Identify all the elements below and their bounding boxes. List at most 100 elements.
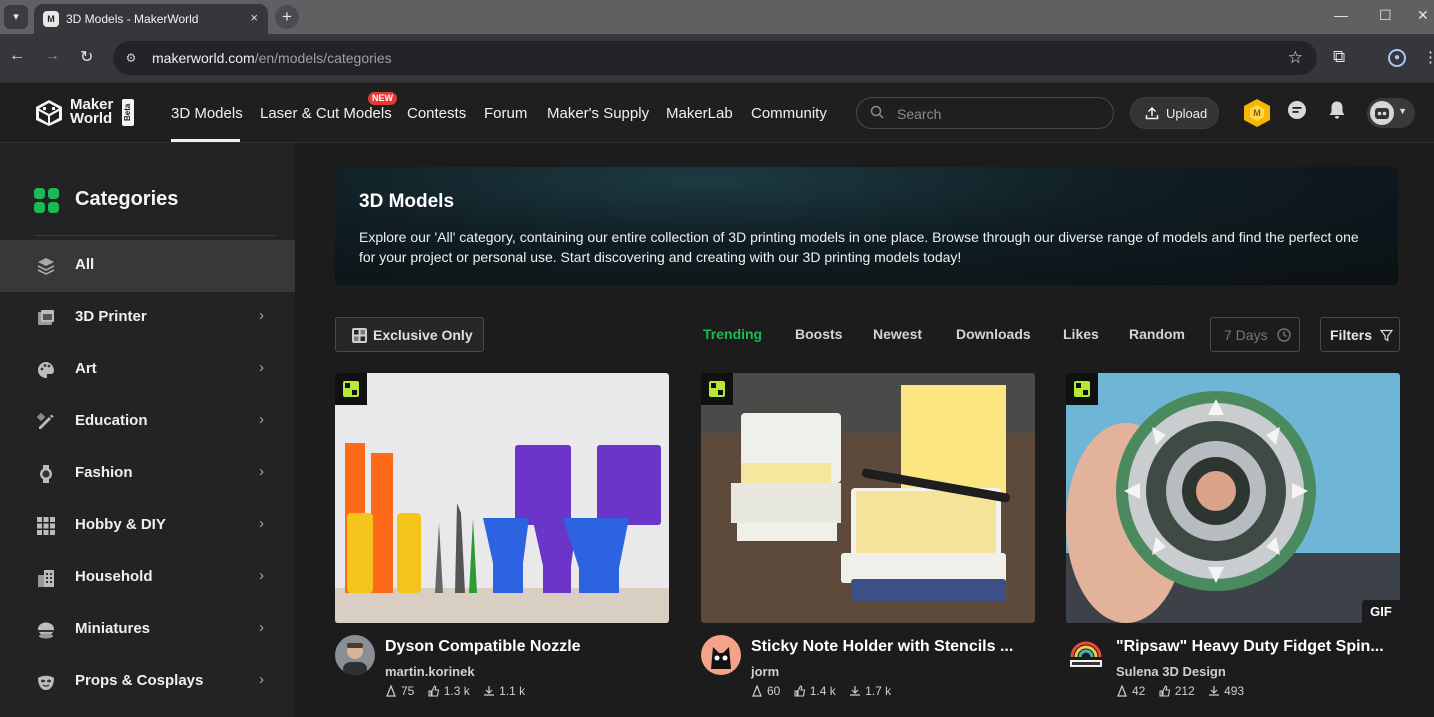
category-item-art[interactable]: Art › <box>0 344 295 396</box>
upload-label: Upload <box>1166 106 1208 121</box>
site-header: Maker World Beta 3D Models Laser & Cut Mo… <box>0 83 1434 143</box>
nav-contests[interactable]: Contests <box>407 105 466 122</box>
maker-points-icon[interactable]: M <box>1243 98 1271 128</box>
reload-icon[interactable]: ↻ <box>80 47 93 67</box>
author-avatar[interactable] <box>335 635 375 675</box>
tab-close-icon[interactable]: × <box>250 10 258 25</box>
profile-icon[interactable]: ● <box>1388 49 1406 67</box>
category-item-all[interactable]: All <box>0 240 295 292</box>
exclusive-badge-icon <box>335 373 367 405</box>
model-card[interactable]: Dyson Compatible Nozzle martin.korinek 7… <box>335 373 669 717</box>
categories-grid-icon <box>34 188 59 213</box>
search-input[interactable] <box>897 104 1097 124</box>
tab-title: 3D Models - MakerWorld <box>66 12 199 26</box>
address-bar[interactable]: ⚙ makerworld.com/en/models/categories ☆ <box>113 41 1317 75</box>
browser-tabstrip: ▾ M 3D Models - MakerWorld × + — ☐ ✕ <box>0 0 1434 34</box>
like-count: 1.3 k <box>428 684 470 698</box>
download-count: 1.1 k <box>483 684 525 698</box>
building-icon <box>38 570 54 587</box>
model-thumbnail[interactable] <box>335 373 669 623</box>
logo-wordmark: Maker World <box>70 96 114 127</box>
category-label: Hobby & DIY <box>75 516 166 533</box>
layers-icon <box>37 258 55 275</box>
banner-description: Explore our 'All' category, containing o… <box>359 229 1359 265</box>
upload-button[interactable]: Upload <box>1130 97 1219 129</box>
author-name[interactable]: Sulena 3D Design <box>1116 664 1226 679</box>
printer-icon <box>38 310 54 325</box>
like-count: 212 <box>1159 684 1195 698</box>
tab-search-button[interactable]: ▾ <box>4 5 28 29</box>
sort-tab-random[interactable]: Random <box>1129 326 1185 342</box>
maximize-button[interactable]: ☐ <box>1379 7 1392 24</box>
model-stats: 60 1.4 k 1.7 k <box>751 684 901 700</box>
messages-icon[interactable] <box>1287 100 1307 120</box>
browser-tab[interactable]: M 3D Models - MakerWorld × <box>34 4 268 34</box>
category-banner: 3D Models Explore our 'All' category, co… <box>335 167 1398 285</box>
nav-community[interactable]: Community <box>751 105 827 122</box>
upload-icon <box>1145 106 1159 120</box>
url-text[interactable]: makerworld.com/en/models/categories <box>152 50 392 66</box>
author-avatar[interactable] <box>701 635 741 675</box>
browser-menu-icon[interactable]: ⋮ <box>1423 48 1434 66</box>
back-arrow-icon[interactable]: ← <box>9 47 25 65</box>
model-card[interactable]: Sticky Note Holder with Stencils ... jor… <box>701 373 1035 717</box>
model-stats: 75 1.3 k 1.1 k <box>385 684 535 700</box>
author-name[interactable]: jorm <box>751 664 779 679</box>
watch-icon <box>40 465 52 483</box>
exclusive-badge-icon <box>1066 373 1098 405</box>
author-avatar[interactable] <box>1066 635 1106 675</box>
sort-tab-newest[interactable]: Newest <box>873 326 922 342</box>
exclusive-only-label: Exclusive Only <box>373 327 473 343</box>
user-avatar <box>1370 101 1394 125</box>
miniature-icon <box>38 622 54 639</box>
boost-icon <box>1117 684 1127 697</box>
model-thumbnail[interactable]: GIF <box>1066 373 1400 623</box>
site-info-icon[interactable]: ⚙ <box>122 49 140 67</box>
nav-3d-models[interactable]: 3D Models <box>171 105 243 122</box>
sort-tab-likes[interactable]: Likes <box>1063 326 1099 342</box>
grid-icon <box>37 517 55 535</box>
category-item-education[interactable]: Education › <box>0 396 295 448</box>
banner-title: 3D Models <box>359 191 455 212</box>
search-box[interactable] <box>856 97 1114 129</box>
download-count: 493 <box>1208 684 1244 698</box>
filters-button[interactable]: Filters <box>1320 317 1400 352</box>
fidget-spinner-photo <box>1066 373 1400 623</box>
model-title[interactable]: Sticky Note Holder with Stencils ... <box>751 638 1035 656</box>
nav-laser-cut-models[interactable]: Laser & Cut Models <box>260 105 392 122</box>
model-card[interactable]: GIF "Ripsaw" Heavy Duty Fidget Spin... S… <box>1066 373 1400 717</box>
model-title[interactable]: "Ripsaw" Heavy Duty Fidget Spin... <box>1116 638 1400 656</box>
category-item-fashion[interactable]: Fashion › <box>0 448 295 500</box>
nav-makers-supply[interactable]: Maker's Supply <box>547 105 649 122</box>
category-item-household[interactable]: Household › <box>0 552 295 604</box>
notifications-bell-icon[interactable] <box>1328 100 1346 120</box>
sort-tab-boosts[interactable]: Boosts <box>795 326 842 342</box>
author-name[interactable]: martin.korinek <box>385 664 475 679</box>
category-item-props-cosplays[interactable]: Props & Cosplays › <box>0 656 295 708</box>
nav-forum[interactable]: Forum <box>484 105 527 122</box>
category-item-hobby-diy[interactable]: Hobby & DIY › <box>0 500 295 552</box>
makerworld-logo[interactable]: Maker World Beta <box>34 97 136 129</box>
category-item-miniatures[interactable]: Miniatures › <box>0 604 295 656</box>
boost-icon <box>386 684 396 697</box>
sort-tab-downloads[interactable]: Downloads <box>956 326 1031 342</box>
filters-label: Filters <box>1330 327 1373 343</box>
forward-arrow-icon[interactable]: → <box>44 47 60 65</box>
pencil-ruler-icon <box>37 413 54 429</box>
model-title[interactable]: Dyson Compatible Nozzle <box>385 638 669 656</box>
new-tab-button[interactable]: + <box>275 5 299 29</box>
close-window-button[interactable]: ✕ <box>1417 7 1429 24</box>
minimize-button[interactable]: — <box>1334 7 1348 23</box>
chevron-right-icon: › <box>259 307 264 324</box>
divider <box>34 235 276 236</box>
category-item-3d-printer[interactable]: 3D Printer › <box>0 292 295 344</box>
user-menu-button[interactable]: ▼ <box>1367 98 1415 128</box>
bookmark-star-icon[interactable]: ☆ <box>1288 48 1303 68</box>
model-thumbnail[interactable] <box>701 373 1035 623</box>
exclusive-only-toggle[interactable]: Exclusive Only <box>335 317 484 352</box>
nav-makerlab[interactable]: MakerLab <box>666 105 733 122</box>
search-icon <box>870 105 884 119</box>
sort-tab-trending[interactable]: Trending <box>703 326 762 342</box>
extensions-puzzle-icon[interactable]: ⧉ <box>1333 47 1345 67</box>
time-range-select[interactable]: 7 Days <box>1210 317 1300 352</box>
